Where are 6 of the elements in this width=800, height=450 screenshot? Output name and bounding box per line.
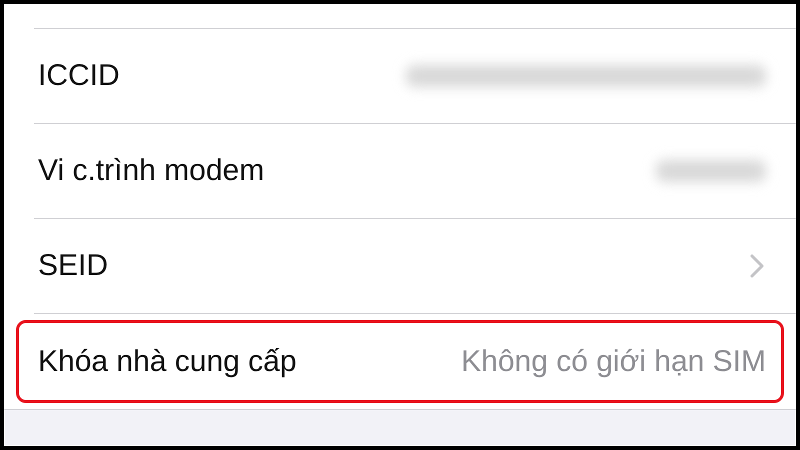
chevron-icon[interactable] <box>750 254 764 278</box>
row-label: Vi c.trình modem <box>37 154 264 188</box>
row-label: SEID <box>37 249 108 283</box>
row-value: Không có giới hạn SIM <box>461 344 766 378</box>
row-label: ICCID <box>37 59 120 93</box>
row-label: Khóa nhà cung cấp <box>37 344 297 378</box>
